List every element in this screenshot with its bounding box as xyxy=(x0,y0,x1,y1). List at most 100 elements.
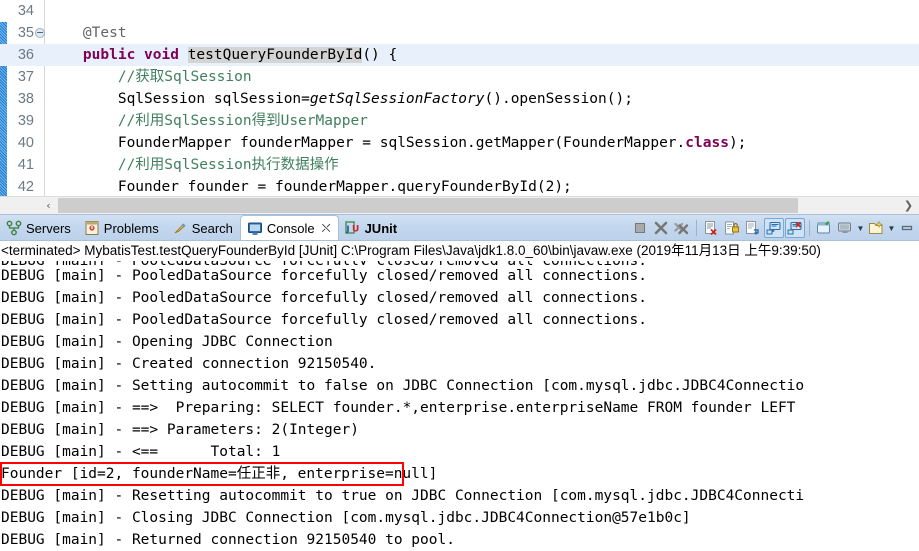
junit-icon: JU xyxy=(344,220,361,236)
editor-line[interactable]: 37 //获取SqlSession xyxy=(0,66,919,88)
tab-search[interactable]: Search xyxy=(166,215,240,241)
word-wrap-button[interactable] xyxy=(743,218,763,238)
editor-horizontal-scrollbar[interactable]: ‹ ❯ xyxy=(0,196,919,214)
code-token: //利用SqlSession得到UserMapper xyxy=(117,113,368,129)
code-token: ().openSession(); xyxy=(484,91,633,107)
chevron-down-icon[interactable]: ▼ xyxy=(887,218,896,238)
code-token: class xyxy=(685,135,729,151)
console-view[interactable]: <terminated> MybatisTest.testQueryFounde… xyxy=(0,240,919,551)
minimize-button[interactable] xyxy=(897,218,917,238)
console-line[interactable]: DEBUG [main] - Closing JDBC Connection [… xyxy=(0,507,919,529)
remove-launch-button[interactable] xyxy=(651,218,671,238)
tab-label: Console xyxy=(266,221,315,236)
code-text[interactable]: public void testQueryFounderById() { xyxy=(48,44,397,66)
svg-text:U: U xyxy=(352,225,359,235)
console-output[interactable]: DEBUG [main] - PooledDataSource forceful… xyxy=(0,261,919,551)
console-toolbar[interactable]: ▼ ▼ xyxy=(630,217,917,239)
editor-line[interactable]: 39 //利用SqlSession得到UserMapper xyxy=(0,110,919,132)
line-number: 40 xyxy=(17,135,34,151)
code-text[interactable]: //利用SqlSession执行数据操作 xyxy=(48,154,339,176)
code-text[interactable]: @Test xyxy=(48,22,127,44)
code-text[interactable]: FounderMapper founderMapper = sqlSession… xyxy=(48,132,747,154)
console-line[interactable]: DEBUG [main] - ==> Preparing: SELECT fou… xyxy=(0,397,919,419)
code-token: @Test xyxy=(82,25,127,41)
line-number: 35 xyxy=(17,25,34,41)
scroll-right-icon[interactable]: ❯ xyxy=(900,197,917,214)
toolbar-separator xyxy=(809,220,810,236)
svg-text:J: J xyxy=(345,225,349,234)
console-line[interactable]: DEBUG [main] - PooledDataSource forceful… xyxy=(0,309,919,331)
tab-junit[interactable]: J U JUnit xyxy=(339,215,405,241)
editor-line[interactable]: 34 xyxy=(0,0,919,22)
console-line[interactable]: DEBUG [main] - Resetting autocommit to t… xyxy=(0,485,919,507)
tab-list[interactable]: Servers Problems Search Console ⛌ J U JUnit xyxy=(0,215,404,241)
open-console-button[interactable] xyxy=(866,218,886,238)
code-token: SqlSession sqlSession= xyxy=(48,91,310,107)
line-number: 37 xyxy=(17,69,34,85)
console-line[interactable]: DEBUG [main] - ==> Parameters: 2(Integer… xyxy=(0,419,919,441)
code-text[interactable]: //获取SqlSession xyxy=(48,66,252,88)
console-line[interactable]: DEBUG [main] - <== Total: 1 xyxy=(0,441,919,463)
line-number: 42 xyxy=(17,179,34,195)
editor-lines[interactable]: 34 35 @Test 36 public void testQueryFounde… xyxy=(0,0,919,196)
line-number: 34 xyxy=(17,3,34,19)
display-selected-console-button[interactable] xyxy=(835,218,855,238)
code-token: ); xyxy=(728,135,747,151)
console-line[interactable]: DEBUG [main] - Created connection 921505… xyxy=(0,353,919,375)
clear-console-button[interactable] xyxy=(701,218,721,238)
code-text[interactable]: //利用SqlSession得到UserMapper xyxy=(48,110,368,132)
code-text[interactable]: SqlSession sqlSession=getSqlSessionFacto… xyxy=(48,88,633,110)
code-editor[interactable]: 34 35 @Test 36 public void testQueryFounde… xyxy=(0,0,919,196)
pin-console-button[interactable] xyxy=(814,218,834,238)
console-line[interactable]: DEBUG [main] - Returned connection 92150… xyxy=(0,529,919,551)
chevron-down-icon[interactable]: ▼ xyxy=(856,218,865,238)
editor-line[interactable]: 41 //利用SqlSession执行数据操作 xyxy=(0,154,919,176)
toolbar-separator xyxy=(696,220,697,236)
line-number: 41 xyxy=(17,157,34,173)
search-icon xyxy=(172,220,188,236)
console-line[interactable]: DEBUG [main] - PooledDataSource forceful… xyxy=(0,287,919,309)
show-console-on-output-button[interactable] xyxy=(764,218,784,238)
close-icon[interactable]: ⛌ xyxy=(322,221,331,236)
show-console-on-error-button[interactable] xyxy=(785,218,805,238)
remove-all-terminated-button[interactable] xyxy=(672,218,692,238)
tab-label: JUnit xyxy=(364,220,398,236)
console-line[interactable]: Founder [id=2, founderName=任正非, enterpri… xyxy=(0,463,919,485)
editor-line[interactable]: 42 Founder founder = founderMapper.query… xyxy=(0,176,919,196)
tab-label: Servers xyxy=(26,220,71,236)
code-token: getSqlSessionFactory xyxy=(309,91,485,107)
console-icon xyxy=(247,221,263,237)
code-token: Founder founder = founderMapper.queryFou… xyxy=(48,179,572,195)
editor-line[interactable]: 40 FounderMapper founderMapper = sqlSess… xyxy=(0,132,919,154)
tab-problems[interactable]: Problems xyxy=(78,215,166,241)
code-token: void xyxy=(144,47,179,63)
console-line[interactable]: DEBUG [main] - PooledDataSource forceful… xyxy=(0,265,919,287)
terminate-button[interactable] xyxy=(630,218,650,238)
editor-line[interactable]: 35 @Test xyxy=(0,22,919,44)
code-token: () { xyxy=(362,47,398,63)
code-text[interactable]: Founder founder = founderMapper.queryFou… xyxy=(48,176,572,196)
tab-console[interactable]: Console ⛌ xyxy=(239,215,339,241)
code-token: //利用SqlSession执行数据操作 xyxy=(117,157,339,173)
editor-line[interactable]: 36 public void testQueryFounderById() { xyxy=(0,44,919,66)
tab-servers[interactable]: Servers xyxy=(0,215,78,241)
scroll-lock-button[interactable] xyxy=(722,218,742,238)
code-token: public xyxy=(82,47,136,63)
servers-icon xyxy=(6,220,22,236)
console-line[interactable]: DEBUG [main] - Opening JDBC Connection xyxy=(0,331,919,353)
editor-line[interactable]: 38 SqlSession sqlSession=getSqlSessionFa… xyxy=(0,88,919,110)
scrollbar-thumb[interactable] xyxy=(58,198,798,213)
line-number: 36 xyxy=(17,47,34,63)
code-token: testQueryFounderById xyxy=(187,47,363,63)
line-number: 39 xyxy=(17,113,34,129)
scroll-left-icon[interactable]: ‹ xyxy=(40,197,57,214)
code-fold-collapse-icon[interactable] xyxy=(35,28,45,38)
tab-label: Search xyxy=(191,220,233,236)
console-line[interactable]: DEBUG [main] - Setting autocommit to fal… xyxy=(0,375,919,397)
bottom-panel-tabbar: Servers Problems Search Console ⛌ J U JUnit ▼ ▼ xyxy=(0,214,919,241)
